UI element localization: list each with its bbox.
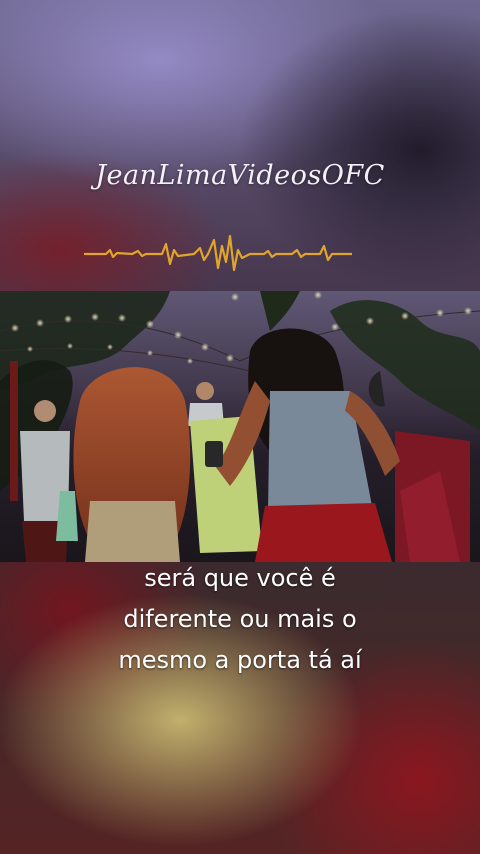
subtitle-line: diferente ou mais o bbox=[123, 605, 357, 633]
subtitle-line: mesmo a porta tá aí bbox=[118, 646, 362, 674]
channel-watermark: JeanLimaVideosOFC bbox=[95, 160, 385, 191]
subtitle-line: será que você é bbox=[144, 564, 336, 592]
video-frame[interactable] bbox=[0, 291, 480, 562]
audio-waveform-icon bbox=[84, 234, 352, 272]
subtitle-caption: será que você é diferente ou mais o mesm… bbox=[0, 558, 480, 681]
